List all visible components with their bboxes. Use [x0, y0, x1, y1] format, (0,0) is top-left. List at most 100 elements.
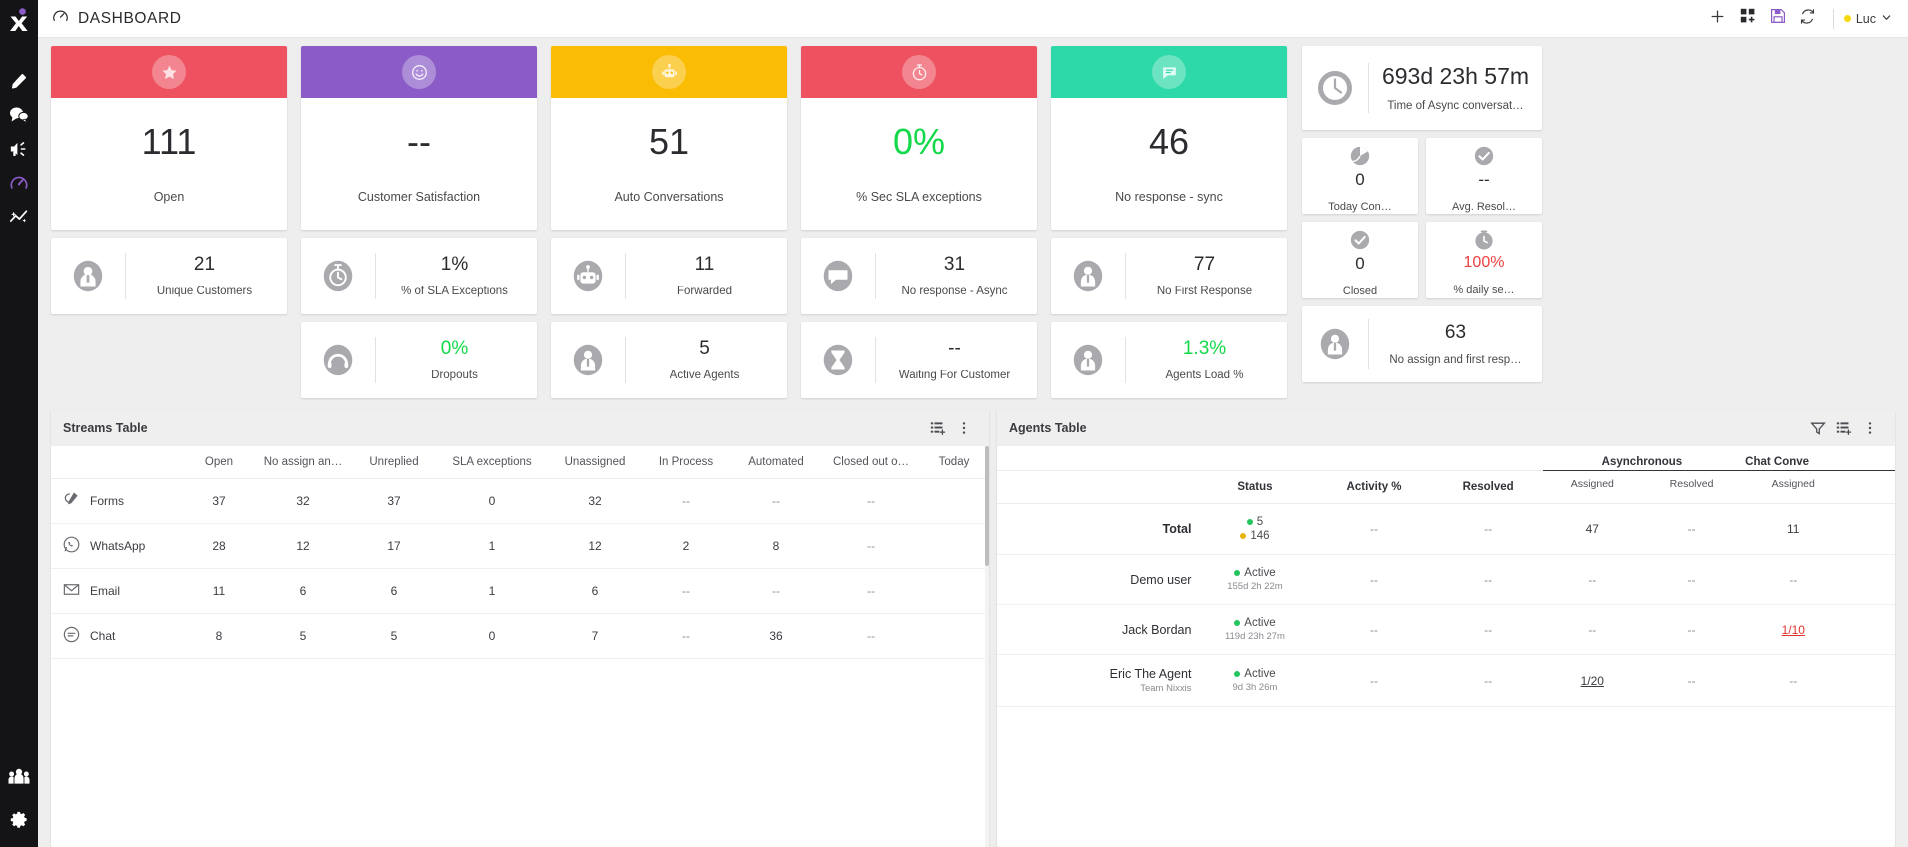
status-text: Active	[1244, 617, 1276, 629]
streams-table-header: Streams Table	[51, 410, 989, 446]
table-row[interactable]: Total 5 146 -- -- 47 -- 11	[997, 503, 1895, 555]
rail-item-dashboard[interactable]	[0, 168, 38, 202]
add-widget-button[interactable]	[1703, 4, 1733, 34]
col-today[interactable]: Today	[919, 446, 989, 479]
agents-table-title: Agents Table	[1009, 421, 1087, 435]
rail-item-conversations[interactable]	[0, 100, 38, 134]
col-status[interactable]: Status	[1195, 470, 1315, 504]
col-resolved[interactable]: Resolved	[1433, 470, 1543, 504]
col-activity-pct[interactable]: Activity %	[1314, 470, 1434, 504]
col-chat-assigned[interactable]: Assigned	[1741, 470, 1846, 504]
table-row[interactable]: Forms 37 32 37 0 32 -- -- --	[51, 478, 989, 524]
side-card-no-assign-first-resp[interactable]: 63 No assign and first resp…	[1302, 306, 1542, 382]
mini-card-dropouts[interactable]: 0% Dropouts	[301, 322, 537, 398]
save-button[interactable]	[1763, 4, 1793, 34]
table-row[interactable]: WhatsApp 28 12 17 1 12 2 8 --	[51, 523, 989, 569]
agents-table-body[interactable]: Asynchronous Chat Conve Status Activity …	[997, 446, 1895, 847]
table-row[interactable]: Demo user Active 155d 2h 22m -- -- -- --…	[997, 554, 1895, 605]
add-column-icon[interactable]	[925, 415, 951, 441]
group-blank-2	[1195, 446, 1315, 471]
customer-person-icon	[51, 257, 125, 295]
refresh-button[interactable]	[1793, 4, 1823, 34]
agents-table: Asynchronous Chat Conve Status Activity …	[997, 446, 1895, 707]
agent-name: Eric The Agent	[1109, 667, 1192, 681]
col-no-assign[interactable]: No assign an…	[255, 446, 351, 479]
status-line-away: 146	[1240, 530, 1270, 542]
col-stream[interactable]	[51, 446, 183, 479]
side-card-today-conversations[interactable]: 0 Today Con…	[1302, 138, 1418, 214]
agent-name: Jack Bordan	[1121, 622, 1192, 637]
col-closed-out[interactable]: Closed out o…	[823, 446, 919, 479]
col-agent[interactable]	[997, 470, 1196, 504]
mini-card-pct-sla-exceptions[interactable]: 1% % of SLA Exceptions	[301, 238, 537, 314]
more-vertical-icon[interactable]	[951, 415, 977, 441]
cell-no-assign: 5	[255, 613, 351, 659]
user-menu[interactable]: Luc	[1843, 12, 1894, 26]
side-card-closed[interactable]: 0 Closed	[1302, 222, 1418, 298]
col-unreplied[interactable]: Unreplied	[351, 446, 437, 479]
mini-card-active-agents[interactable]: 5 Active Agents	[551, 322, 787, 398]
add-column-icon[interactable]	[1831, 415, 1857, 441]
rail-item-settings[interactable]	[0, 805, 38, 839]
kpi-card-no-response-sync[interactable]: 46 No response - sync	[1051, 46, 1287, 230]
filter-icon[interactable]	[1805, 415, 1831, 441]
agents-thead: Asynchronous Chat Conve Status Activity …	[997, 446, 1895, 504]
cell-automated: 8	[729, 523, 823, 569]
mini-card-unique-customers[interactable]: 21 Unique Customers	[51, 238, 287, 314]
team-people-icon	[8, 767, 30, 790]
col-async-assigned[interactable]: Assigned	[1542, 470, 1642, 504]
rail-item-team[interactable]	[0, 761, 38, 795]
side-card-daily-service[interactable]: 100% % daily se…	[1426, 222, 1542, 298]
add-dashboard-button[interactable]	[1733, 4, 1763, 34]
streams-table-body[interactable]: Open No assign an… Unreplied SLA excepti…	[51, 446, 989, 847]
mini-card-no-first-response[interactable]: 77 No First Response	[1051, 238, 1287, 314]
kpi-card-sec-sla-exceptions[interactable]: 0% % Sec SLA exceptions	[801, 46, 1037, 230]
table-row[interactable]: Jack Bordan Active 119d 23h 27m -- -- --…	[997, 604, 1895, 655]
streams-scrollbar-thumb[interactable]	[985, 446, 989, 566]
cell-chat-extra	[1845, 654, 1895, 707]
col-in-process[interactable]: In Process	[643, 446, 729, 479]
cell-resolved: --	[1433, 604, 1543, 655]
rail-item-campaigns[interactable]	[0, 134, 38, 168]
col-automated[interactable]: Automated	[729, 446, 823, 479]
app-logo[interactable]	[0, 0, 38, 40]
rail-item-edit[interactable]	[0, 66, 38, 100]
kpi-card-customer-satisfaction[interactable]: -- Customer Satisfaction	[301, 46, 537, 230]
async-assigned-ratio[interactable]: 1/20	[1581, 674, 1604, 688]
col-sla-exceptions[interactable]: SLA exceptions	[437, 446, 547, 479]
cell-closed-out: --	[823, 478, 919, 524]
col-open[interactable]: Open	[183, 446, 255, 479]
mini-label: Forwarded	[677, 285, 732, 297]
col-chat-extra[interactable]	[1845, 470, 1895, 504]
agent-person-icon	[1051, 341, 1125, 379]
kpi-card-auto-conversations[interactable]: 51 Auto Conversations	[551, 46, 787, 230]
stopwatch-icon	[301, 257, 375, 295]
rail-item-analytics[interactable]	[0, 202, 38, 236]
col-unassigned[interactable]: Unassigned	[547, 446, 643, 479]
col-async-resolved[interactable]: Resolved	[1641, 470, 1742, 504]
header-divider	[1832, 8, 1834, 29]
agent-name-cell: Jack Bordan	[997, 604, 1196, 655]
status-count: 5	[1256, 516, 1264, 528]
cell-in-process: --	[643, 568, 729, 614]
side-value: --	[1478, 170, 1490, 189]
table-row[interactable]: Email 11 6 6 1 6 -- -- --	[51, 568, 989, 614]
mini-card-agents-load[interactable]: 1.3% Agents Load %	[1051, 322, 1287, 398]
cell-no-assign: 32	[255, 478, 351, 524]
side-label: % daily se…	[1453, 284, 1515, 296]
mini-card-forwarded[interactable]: 11 Forwarded	[551, 238, 787, 314]
kpi-body: -- Customer Satisfaction	[301, 98, 537, 230]
table-row[interactable]: Eric The Agent Team Nixxis Active 9d 3h …	[997, 654, 1895, 707]
table-row[interactable]: Chat 8 5 5 0 7 -- 36 --	[51, 613, 989, 659]
mini-label: Agents Load %	[1165, 369, 1244, 381]
kpi-card-open[interactable]: 111 Open	[51, 46, 287, 230]
side-card-avg-resolution[interactable]: -- Avg. Resol…	[1426, 138, 1542, 214]
more-vertical-icon[interactable]	[1857, 415, 1883, 441]
mini-value: 0%	[440, 337, 469, 359]
chat-assigned-ratio[interactable]: 1/10	[1782, 623, 1805, 637]
mini-card-waiting-for-customer[interactable]: -- Waiting For Customer	[801, 322, 1037, 398]
mini-card-no-response-async[interactable]: 31 No response - Async	[801, 238, 1037, 314]
streams-scrollbar-track[interactable]	[985, 446, 989, 847]
cell-closed-out: --	[823, 613, 919, 659]
side-card-async-time[interactable]: 693d 23h 57m Time of Async conversat…	[1302, 46, 1542, 130]
